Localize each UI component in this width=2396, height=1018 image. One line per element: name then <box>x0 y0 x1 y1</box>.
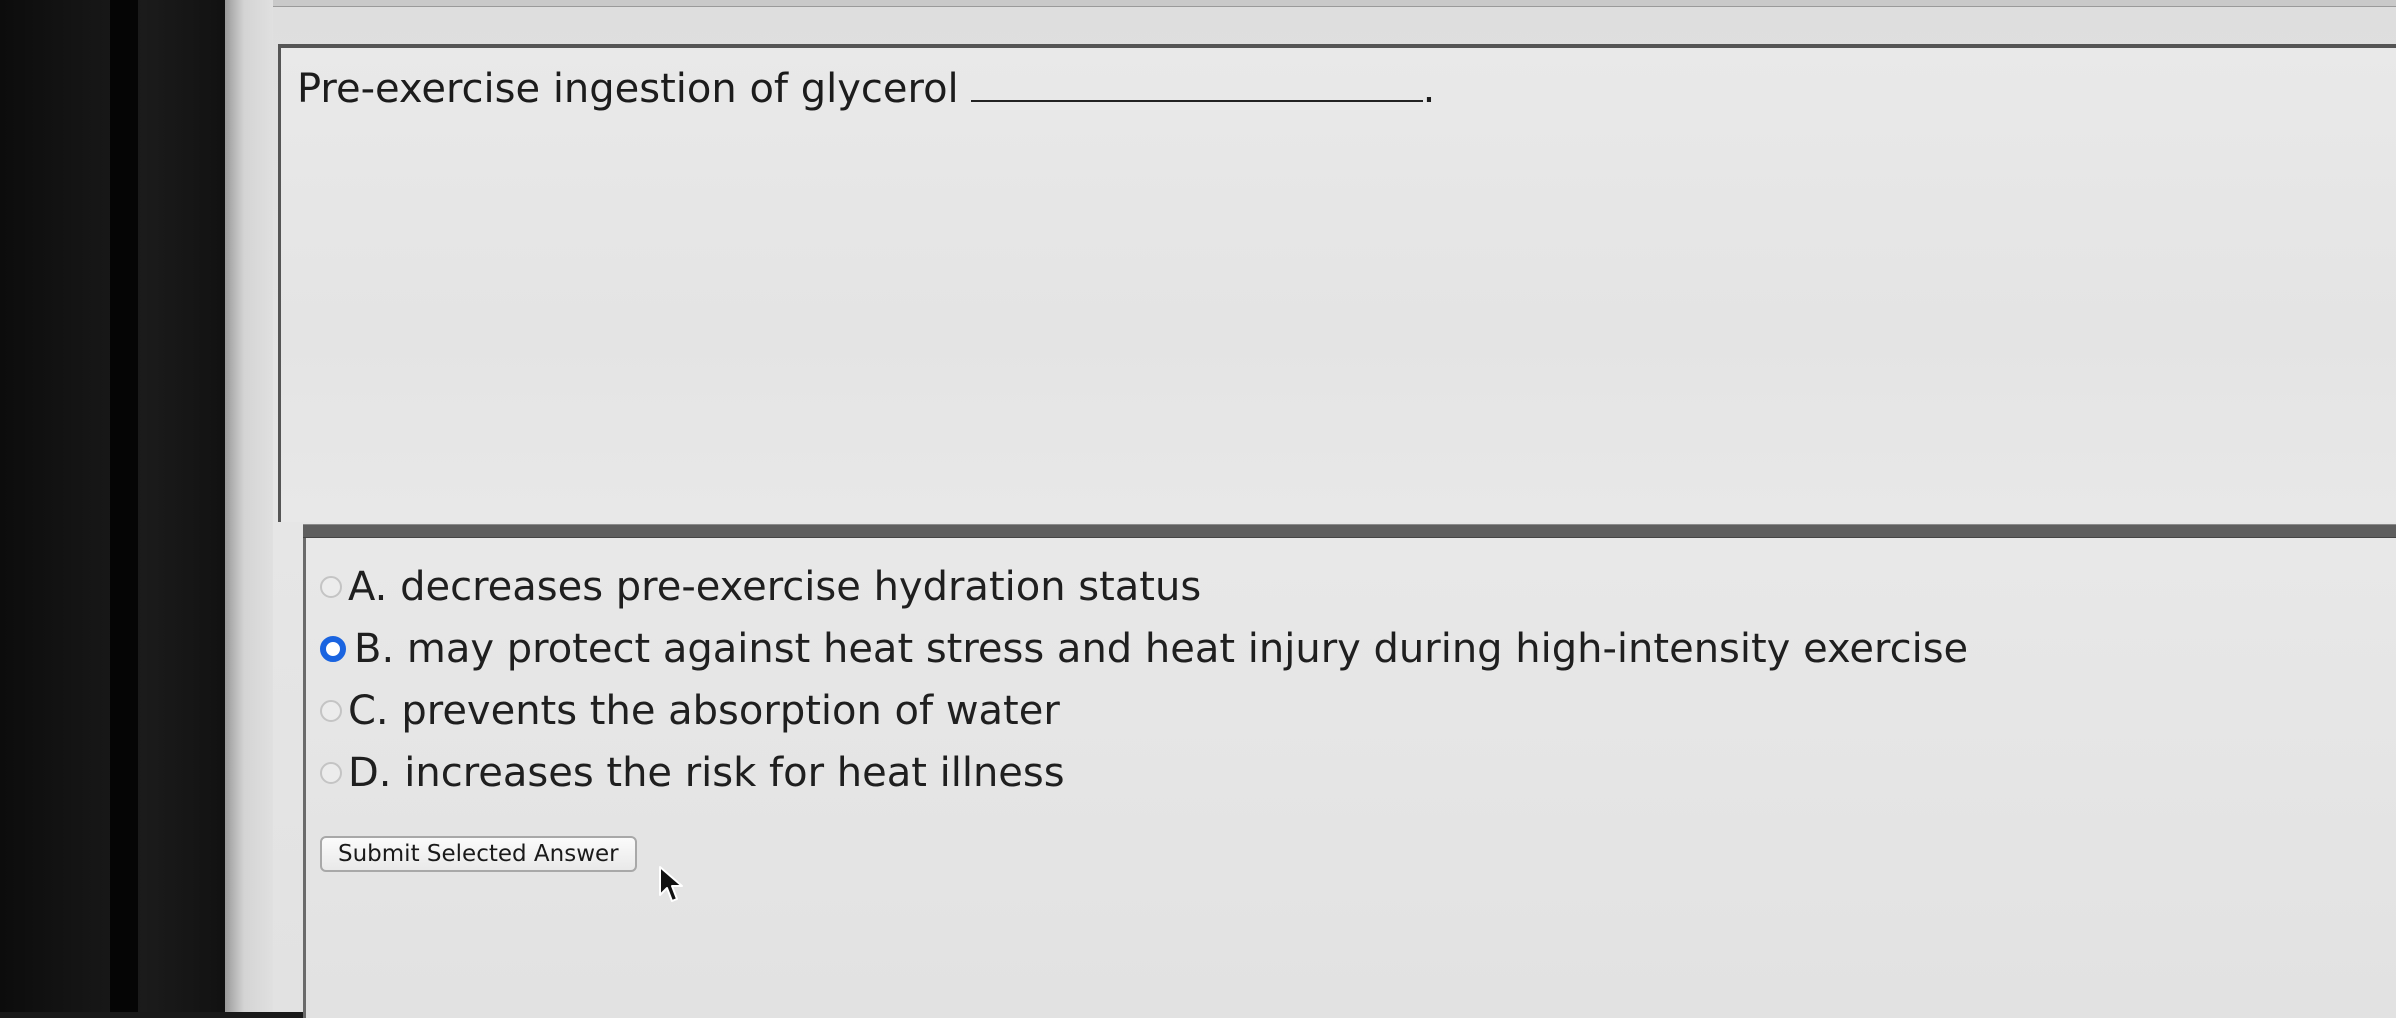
submit-answer-button[interactable]: Submit Selected Answer <box>320 836 637 872</box>
screen: Pre-exercise ingestion of glycerol. A. d… <box>225 0 2396 1018</box>
answer-options: A. decreases pre-exercise hydration stat… <box>320 556 1968 804</box>
option-a[interactable]: A. decreases pre-exercise hydration stat… <box>320 556 1968 618</box>
option-a-label: A. decreases pre-exercise hydration stat… <box>348 564 1202 610</box>
option-d-radio[interactable] <box>320 762 342 784</box>
monitor-bezel <box>0 0 240 1012</box>
option-b-radio[interactable] <box>320 636 346 662</box>
question-panel: Pre-exercise ingestion of glycerol. <box>278 44 2396 522</box>
question-stem: Pre-exercise ingestion of glycerol. <box>297 66 1435 112</box>
option-d[interactable]: D. increases the risk for heat illness <box>320 742 1968 804</box>
option-c-label: C. prevents the absorption of water <box>348 688 1060 734</box>
question-text: Pre-exercise ingestion of glycerol <box>297 66 959 112</box>
option-b[interactable]: B. may protect against heat stress and h… <box>320 618 1968 680</box>
bezel-edge <box>110 0 138 1012</box>
option-c[interactable]: C. prevents the absorption of water <box>320 680 1968 742</box>
mouse-pointer-arrow-icon <box>659 866 683 902</box>
window-left-edge <box>225 0 273 1012</box>
answers-panel: A. decreases pre-exercise hydration stat… <box>303 538 2396 1018</box>
option-c-radio[interactable] <box>320 700 342 722</box>
window-top-edge <box>273 0 2396 7</box>
option-d-label: D. increases the risk for heat illness <box>348 750 1065 796</box>
section-divider <box>303 524 2396 539</box>
answer-blank <box>970 99 1423 102</box>
option-a-radio[interactable] <box>320 576 342 598</box>
option-b-label: B. may protect against heat stress and h… <box>354 626 1969 672</box>
question-period: . <box>1422 66 1436 112</box>
